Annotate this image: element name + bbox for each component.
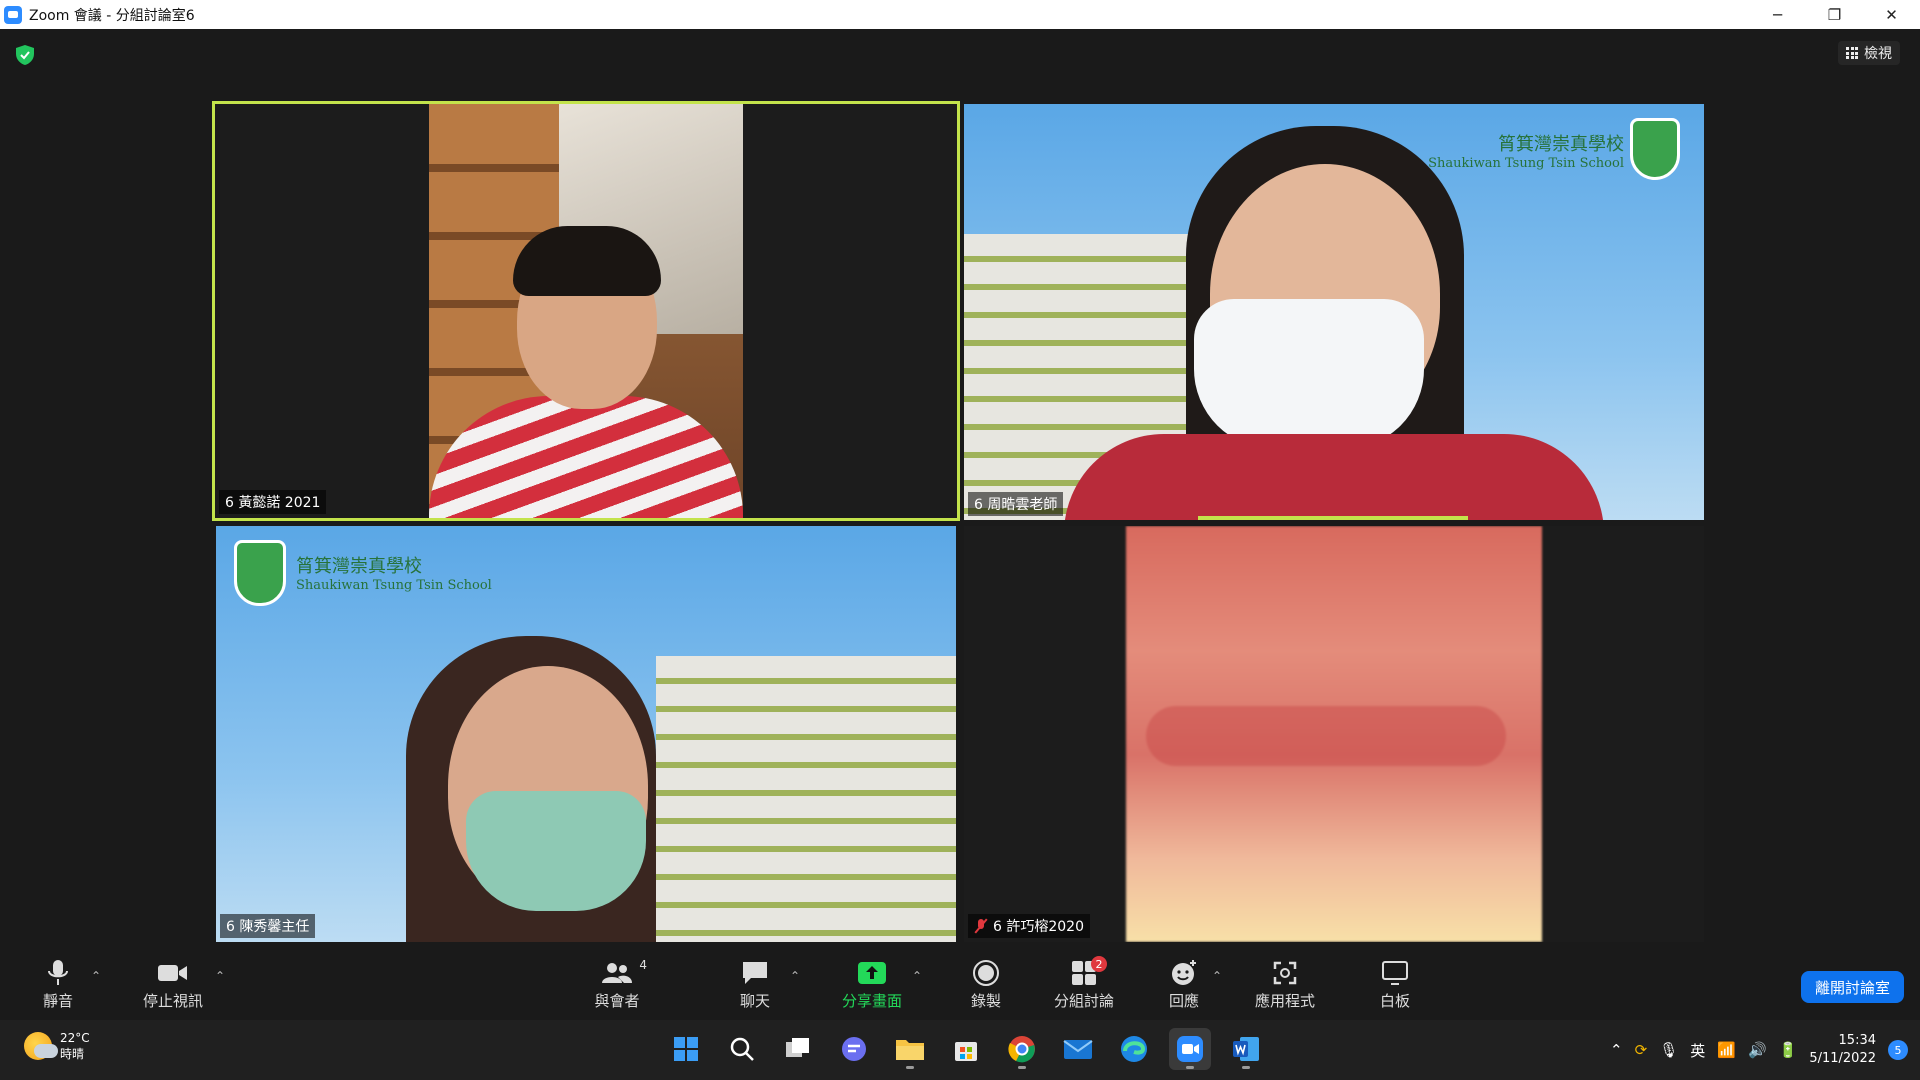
- zoom-taskbar-icon[interactable]: [1169, 1028, 1211, 1070]
- search-icon[interactable]: [721, 1028, 763, 1070]
- participants-button[interactable]: 4 與會者: [590, 949, 647, 1020]
- wifi-icon[interactable]: 📶: [1717, 1041, 1736, 1059]
- video-tile-2[interactable]: 筲箕灣崇真學校 Shaukiwan Tsung Tsin School 6 周晧…: [964, 104, 1704, 520]
- tray-microphone-icon[interactable]: 🎙: [1659, 1041, 1678, 1059]
- reactions-options-caret-icon[interactable]: ⌃: [1212, 969, 1222, 983]
- participant-name-label: 6 陳秀馨主任: [220, 914, 316, 938]
- clock-date: 5/11/2022: [1809, 1051, 1876, 1066]
- emoji-reaction-icon: [1172, 960, 1196, 985]
- participant-name-label: 6 許巧榕2020: [968, 914, 1090, 938]
- teams-chat-icon[interactable]: [833, 1028, 875, 1070]
- start-windows-icon[interactable]: [665, 1028, 707, 1070]
- video-feed: [429, 104, 743, 518]
- video-camera-icon: [158, 965, 187, 981]
- school-logo-text: 筲箕灣崇真學校 Shaukiwan Tsung Tsin School: [296, 556, 492, 593]
- apps-button[interactable]: 應用程式: [1250, 949, 1320, 1020]
- mic-muted-icon: [974, 919, 988, 933]
- window-title: Zoom 會議 - 分組討論室6: [29, 7, 195, 24]
- share-screen-button[interactable]: 分享畫面: [838, 949, 906, 1020]
- school-crest-icon: [234, 540, 286, 606]
- video-feed: [1126, 526, 1542, 942]
- video-options-caret-icon[interactable]: ⌃: [215, 969, 225, 983]
- temperature: 22°C: [60, 1031, 90, 1045]
- volume-icon[interactable]: 🔊: [1748, 1041, 1767, 1059]
- mute-options-caret-icon[interactable]: ⌃: [91, 969, 101, 983]
- record-icon: [973, 960, 999, 986]
- chat-options-caret-icon[interactable]: ⌃: [790, 969, 800, 983]
- school-building-image: [656, 656, 956, 942]
- chat-bubble-icon: [743, 962, 767, 984]
- mute-button[interactable]: 靜音: [38, 949, 78, 1020]
- word-icon[interactable]: [1225, 1028, 1267, 1070]
- show-hidden-icons-chevron-icon[interactable]: ⌃: [1610, 1041, 1623, 1059]
- record-button[interactable]: 錄製: [966, 949, 1006, 1020]
- participant-name-label: 6 黃懿諾 2021: [219, 490, 327, 514]
- video-tile-1[interactable]: 6 黃懿諾 2021: [212, 101, 960, 521]
- leave-room-button[interactable]: 離開討論室: [1800, 971, 1904, 1003]
- stop-video-button[interactable]: 停止視訊: [138, 949, 208, 1020]
- participant-name-label: 6 周晧雲老師: [968, 492, 1064, 516]
- minimize-button[interactable]: ─: [1749, 0, 1806, 29]
- view-button[interactable]: 檢視: [1838, 41, 1900, 65]
- task-view-icon[interactable]: [777, 1028, 819, 1070]
- reactions-button[interactable]: 回應: [1164, 949, 1204, 1020]
- window-controls: ─ ❐ ✕: [1749, 0, 1920, 29]
- windows-taskbar: 22°C 時晴 ⌃ ⟳ 🎙 英 📶 🔊 🔋 15:34 5/11/2022 5: [0, 1020, 1920, 1080]
- window-titlebar: Zoom 會議 - 分組討論室6 ─ ❐ ✕: [0, 0, 1920, 29]
- weather-widget[interactable]: 22°C 時晴: [24, 1030, 90, 1062]
- clock-time: 15:34: [1838, 1033, 1876, 1048]
- microsoft-store-icon[interactable]: [945, 1028, 987, 1070]
- share-options-caret-icon[interactable]: ⌃: [912, 969, 922, 983]
- battery-icon[interactable]: 🔋: [1779, 1041, 1798, 1059]
- video-tile-3[interactable]: 筲箕灣崇真學校 Shaukiwan Tsung Tsin School 6 陳秀…: [216, 526, 956, 942]
- speaking-indicator: [1198, 516, 1468, 520]
- breakout-badge: 2: [1091, 956, 1107, 972]
- file-explorer-icon[interactable]: [889, 1028, 931, 1070]
- view-label: 檢視: [1864, 46, 1892, 62]
- grid-view-icon: [1846, 47, 1858, 59]
- microphone-icon: [48, 960, 68, 985]
- encryption-shield-icon[interactable]: [16, 45, 34, 65]
- participants-icon: [602, 963, 632, 983]
- system-clock[interactable]: 15:34 5/11/2022: [1809, 1032, 1876, 1068]
- notification-badge[interactable]: 5: [1888, 1040, 1908, 1060]
- apps-icon: [1273, 961, 1297, 985]
- video-tile-4[interactable]: 6 許巧榕2020: [964, 526, 1704, 942]
- breakout-rooms-button[interactable]: 2 分組討論: [1052, 949, 1116, 1020]
- weather-sun-cloud-icon: [24, 1032, 58, 1060]
- chrome-icon[interactable]: [1001, 1028, 1043, 1070]
- participants-count: 4: [639, 958, 647, 972]
- sync-icon[interactable]: ⟳: [1635, 1041, 1648, 1059]
- share-screen-icon: [858, 962, 886, 984]
- mail-icon[interactable]: [1057, 1028, 1099, 1070]
- meeting-area: 檢視 6 黃懿諾 2021 筲箕灣崇真學校 Shaukiwan Tsung Ts…: [0, 29, 1920, 949]
- weather-condition: 時晴: [60, 1047, 85, 1061]
- restore-button[interactable]: ❐: [1806, 0, 1863, 29]
- taskbar-apps: [665, 1028, 1267, 1070]
- input-method-indicator[interactable]: 英: [1690, 1040, 1705, 1061]
- whiteboard-button[interactable]: 白板: [1375, 949, 1415, 1020]
- meeting-toolbar: 靜音 ⌃ 停止視訊 ⌃ 4 與會者 聊天 ⌃ 分享畫面 ⌃ 錄製 2 分組討論 …: [0, 949, 1920, 1020]
- school-logo-text: 筲箕灣崇真學校 Shaukiwan Tsung Tsin School: [1428, 134, 1624, 171]
- chat-button[interactable]: 聊天: [735, 949, 775, 1020]
- whiteboard-icon: [1382, 961, 1408, 985]
- system-tray: ⌃ ⟳ 🎙 英 📶 🔊 🔋 15:34 5/11/2022 5: [1610, 1020, 1920, 1080]
- zoom-app-icon: [4, 5, 22, 24]
- edge-browser-icon[interactable]: [1113, 1028, 1155, 1070]
- close-button[interactable]: ✕: [1863, 0, 1920, 29]
- school-crest-icon: [1630, 118, 1680, 180]
